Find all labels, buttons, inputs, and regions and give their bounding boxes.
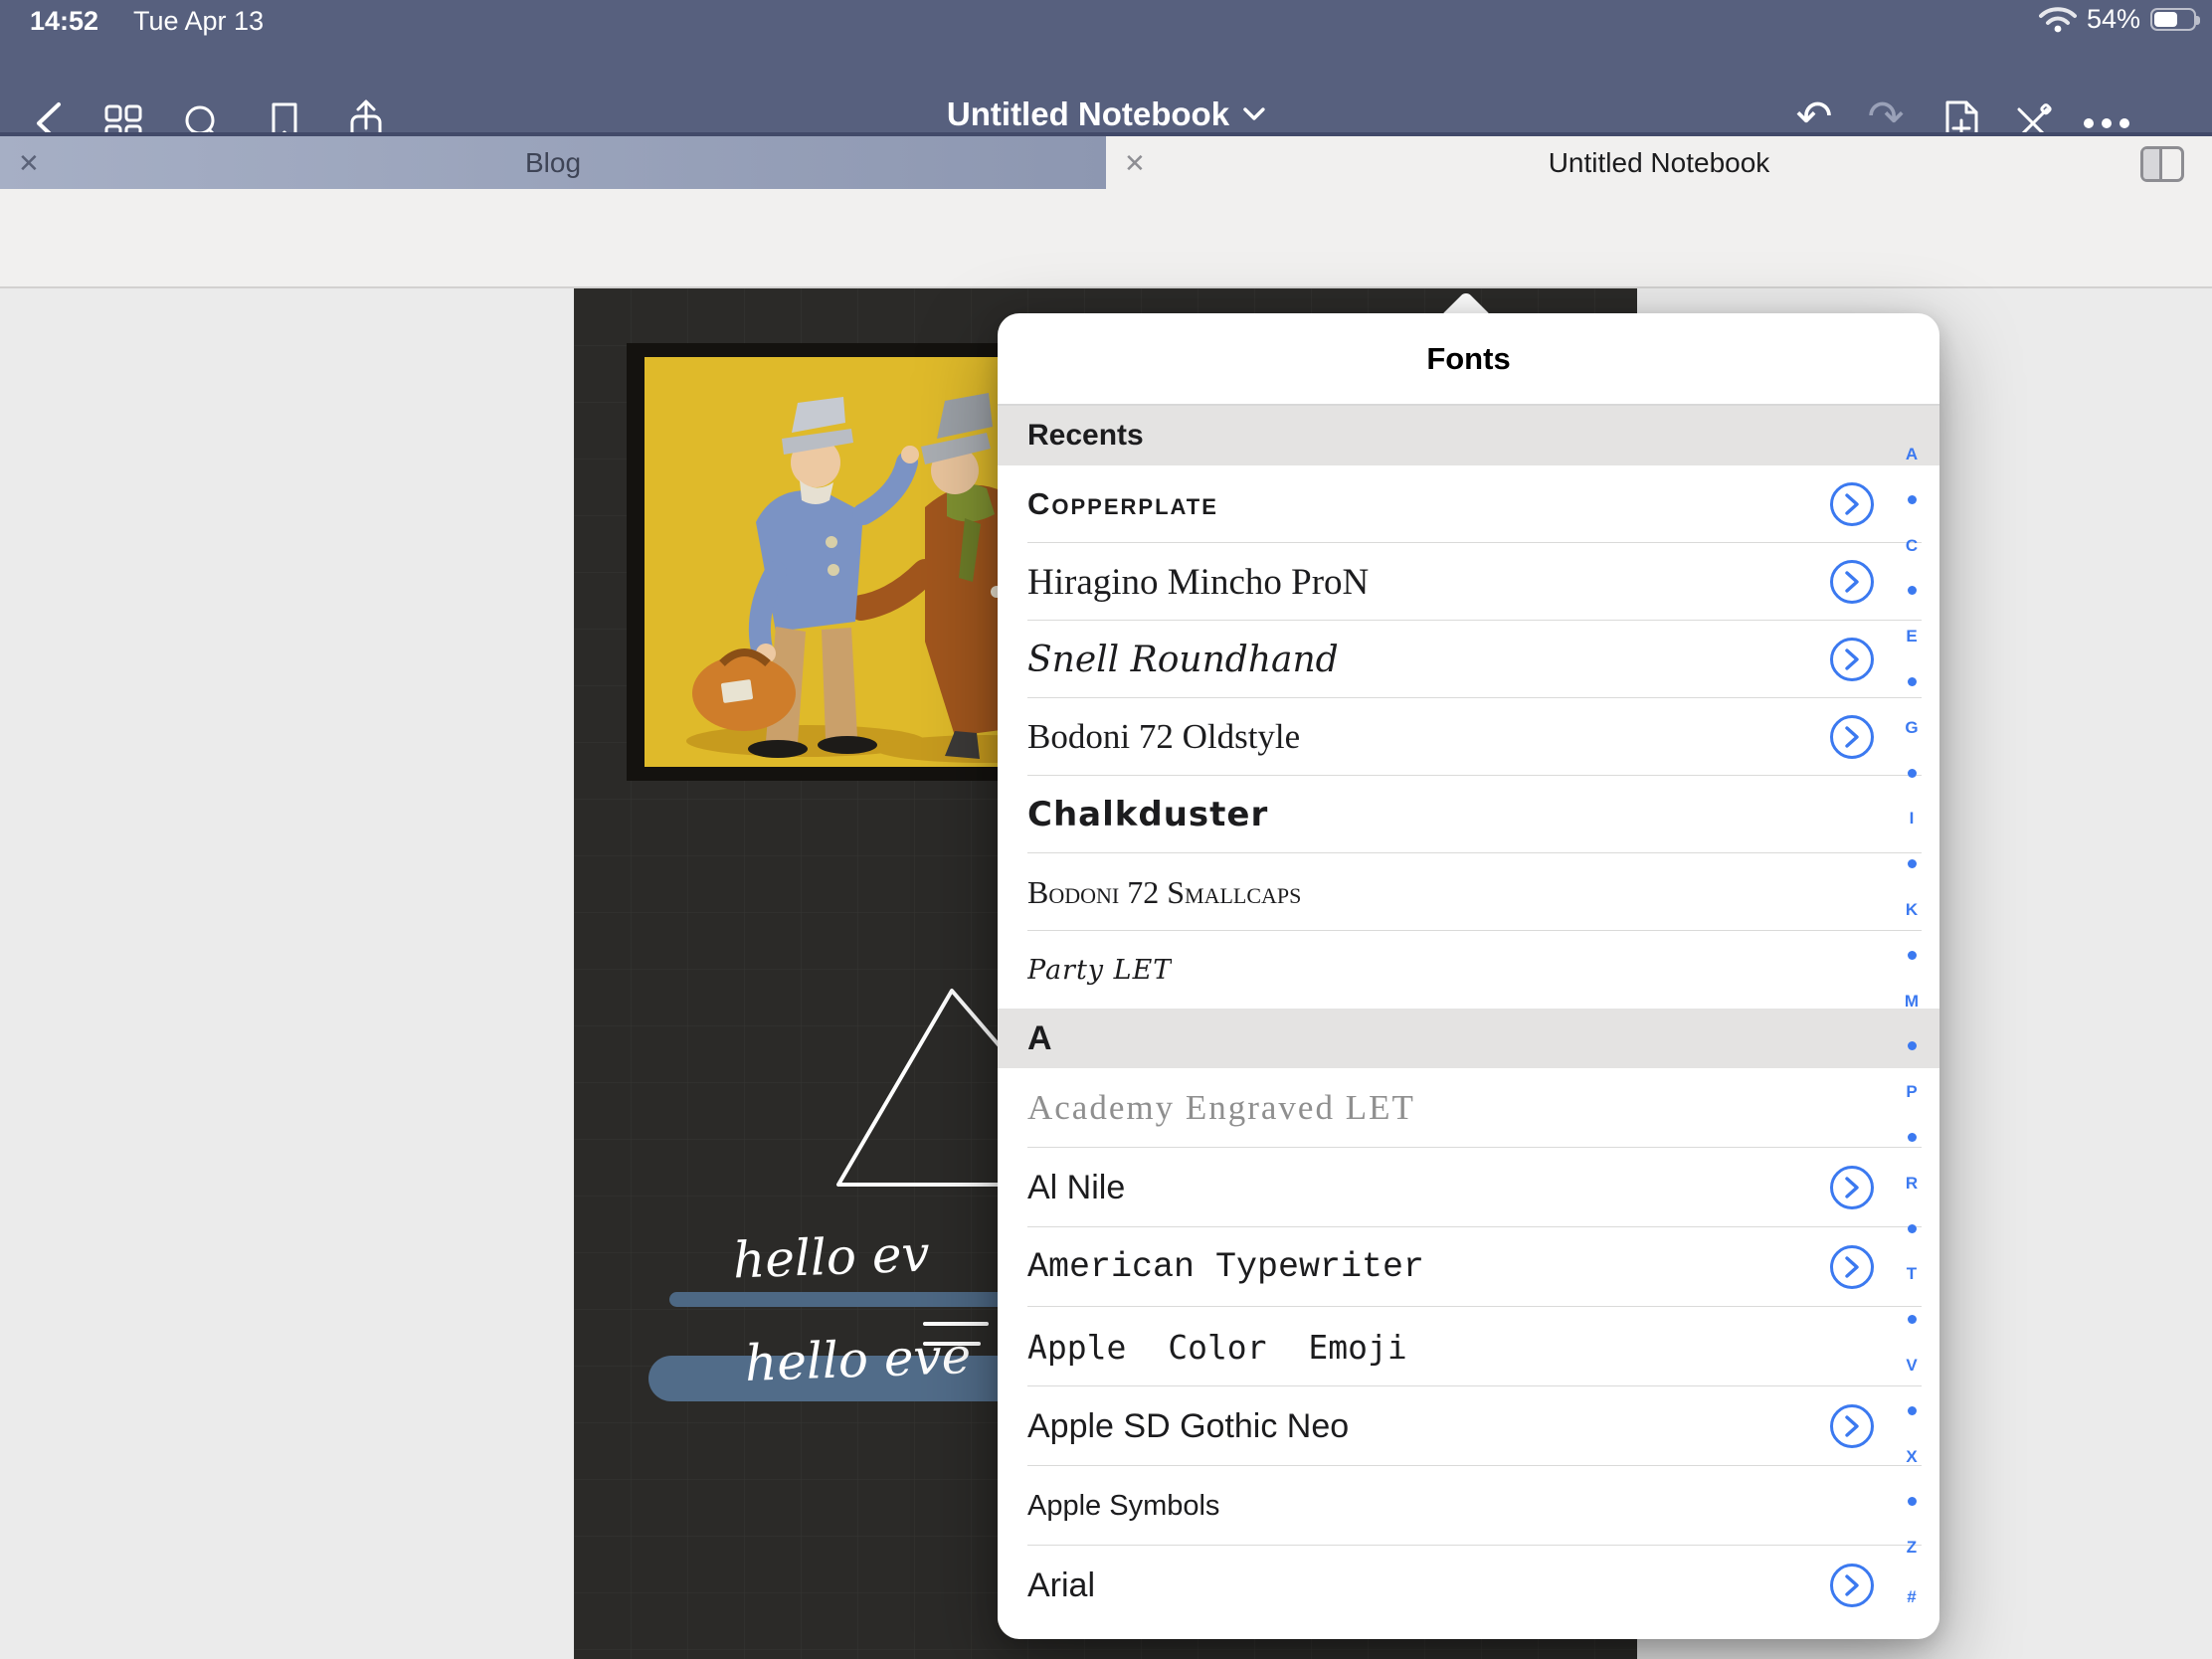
- notebook-title[interactable]: Untitled Notebook: [947, 95, 1265, 133]
- status-right-cluster: 54%: [2039, 4, 2196, 35]
- index-entry[interactable]: [1908, 677, 1917, 686]
- font-name-label: American Typewriter: [1027, 1247, 1424, 1287]
- font-list-item[interactable]: Chalkduster: [998, 776, 1939, 853]
- font-name-label: Snell Roundhand: [1027, 640, 1339, 680]
- font-list-item[interactable]: Copperplate: [998, 465, 1939, 543]
- alphabet-index: A C E G I K M P R T V X Z #: [1894, 446, 1930, 1605]
- font-detail-button[interactable]: [1830, 1564, 1874, 1607]
- font-name-label: Bodoni 72 Smallcaps: [1027, 874, 1301, 911]
- notebook-title-label: Untitled Notebook: [947, 95, 1229, 133]
- font-name-label: Arial: [1027, 1567, 1095, 1605]
- font-list-item[interactable]: Snell Roundhand: [998, 621, 1939, 698]
- index-entry[interactable]: K: [1906, 901, 1918, 918]
- font-detail-button[interactable]: [1830, 715, 1874, 759]
- handwriting-text: hello eve: [744, 1327, 972, 1392]
- font-detail-button[interactable]: [1830, 638, 1874, 681]
- index-entry[interactable]: [1908, 1041, 1917, 1050]
- font-detail-button[interactable]: [1830, 1404, 1874, 1448]
- index-entry[interactable]: T: [1907, 1265, 1917, 1282]
- status-bar: 14:52 Tue Apr 13 54%: [0, 0, 2212, 40]
- font-detail-button[interactable]: [1830, 1245, 1874, 1289]
- status-date: Tue Apr 13: [133, 6, 264, 37]
- tab-blog-label: Blog: [0, 147, 1106, 179]
- font-name-label: Al Nile: [1027, 1169, 1125, 1207]
- index-entry[interactable]: [1908, 769, 1917, 778]
- font-detail-button[interactable]: [1830, 560, 1874, 604]
- index-entry[interactable]: Z: [1907, 1539, 1917, 1556]
- font-name-label: Chalkduster: [1027, 795, 1268, 834]
- index-entry[interactable]: [1908, 1133, 1917, 1142]
- editing-toolbar: T Copperplate-... 69: [0, 189, 2212, 288]
- index-entry[interactable]: [1908, 1497, 1917, 1506]
- status-time: 14:52: [30, 6, 98, 37]
- sidebar-toggle-icon[interactable]: [2140, 146, 2184, 182]
- tab-bar: ✕ Blog ✕ Untitled Notebook: [0, 132, 2212, 189]
- font-detail-button[interactable]: [1830, 1166, 1874, 1209]
- index-entry[interactable]: [1908, 951, 1917, 960]
- battery-icon: [2150, 8, 2196, 31]
- fonts-popover: Fonts Recents Copperplate Hiragino Minch…: [998, 313, 1939, 1639]
- index-entry[interactable]: P: [1906, 1083, 1917, 1100]
- index-entry[interactable]: V: [1906, 1357, 1917, 1374]
- font-name-label: Copperplate: [1027, 486, 1218, 522]
- wifi-icon: [2039, 6, 2077, 34]
- font-list-item[interactable]: Apple SD Gothic Neo: [998, 1386, 1939, 1466]
- font-detail-button[interactable]: [1830, 482, 1874, 526]
- font-list-item[interactable]: Arial: [998, 1546, 1939, 1625]
- nav-bar: Untitled Notebook ↶ ↷: [0, 40, 2212, 132]
- index-entry[interactable]: C: [1906, 537, 1918, 554]
- font-list-item[interactable]: Bodoni 72 Oldstyle: [998, 698, 1939, 776]
- index-entry[interactable]: A: [1906, 446, 1918, 462]
- document-area: hello ev hello eve Fonts Recents Copperp…: [0, 288, 2212, 1659]
- font-list-item[interactable]: Academy Engraved LET: [998, 1068, 1939, 1148]
- tab-blog[interactable]: ✕ Blog: [0, 136, 1106, 189]
- index-entry[interactable]: [1908, 1224, 1917, 1233]
- app-root: 14:52 Tue Apr 13 54%: [0, 0, 2212, 1659]
- font-list-item[interactable]: Al Nile: [998, 1148, 1939, 1227]
- section-header-recents: Recents: [998, 406, 1939, 465]
- title-chevron-icon: [1243, 107, 1265, 121]
- font-list-item[interactable]: Apple Symbols: [998, 1466, 1939, 1546]
- handwriting-text: hello ev: [732, 1225, 931, 1290]
- index-entry[interactable]: [1908, 495, 1917, 504]
- fonts-popover-title: Fonts: [998, 313, 1939, 406]
- font-list-a: Academy Engraved LET Al Nile American Ty…: [998, 1068, 1939, 1625]
- index-entry[interactable]: [1908, 1315, 1917, 1324]
- index-entry[interactable]: [1908, 859, 1917, 868]
- index-entry[interactable]: [1908, 586, 1917, 595]
- index-entry[interactable]: G: [1905, 719, 1918, 736]
- font-name-label: Bodoni 72 Oldstyle: [1027, 717, 1300, 757]
- battery-percent: 54%: [2087, 4, 2140, 35]
- font-name-label: Academy Engraved LET: [1027, 1088, 1415, 1128]
- font-name-label: Apple Symbols: [1027, 1490, 1219, 1523]
- tab-untitled-notebook[interactable]: ✕ Untitled Notebook: [1106, 136, 2212, 189]
- index-entry[interactable]: X: [1906, 1448, 1917, 1465]
- font-list-item[interactable]: American Typewriter: [998, 1227, 1939, 1307]
- index-entry[interactable]: [1908, 1406, 1917, 1415]
- font-list-recents: Copperplate Hiragino Mincho ProN Snell R…: [998, 465, 1939, 1009]
- font-name-label: Hiragino Mincho ProN: [1027, 561, 1369, 604]
- highlight-stroke: [669, 1292, 1019, 1307]
- index-entry[interactable]: R: [1906, 1175, 1918, 1192]
- font-list-item[interactable]: Party LET: [998, 931, 1939, 1009]
- index-entry[interactable]: M: [1905, 993, 1919, 1010]
- font-list-item[interactable]: Apple Color Emoji: [998, 1307, 1939, 1386]
- font-name-label: Party LET: [1027, 955, 1172, 986]
- index-entry[interactable]: #: [1907, 1588, 1916, 1605]
- tab-untitled-label: Untitled Notebook: [1106, 147, 2212, 179]
- font-name-label: Apple Color Emoji: [1027, 1328, 1407, 1367]
- font-list-item[interactable]: Hiragino Mincho ProN: [998, 543, 1939, 621]
- top-bar: 14:52 Tue Apr 13 54%: [0, 0, 2212, 132]
- font-list-item[interactable]: Bodoni 72 Smallcaps: [998, 853, 1939, 931]
- index-entry[interactable]: I: [1910, 810, 1915, 827]
- index-entry[interactable]: E: [1906, 628, 1917, 645]
- section-header-a: A: [998, 1009, 1939, 1068]
- font-name-label: Apple SD Gothic Neo: [1027, 1407, 1349, 1446]
